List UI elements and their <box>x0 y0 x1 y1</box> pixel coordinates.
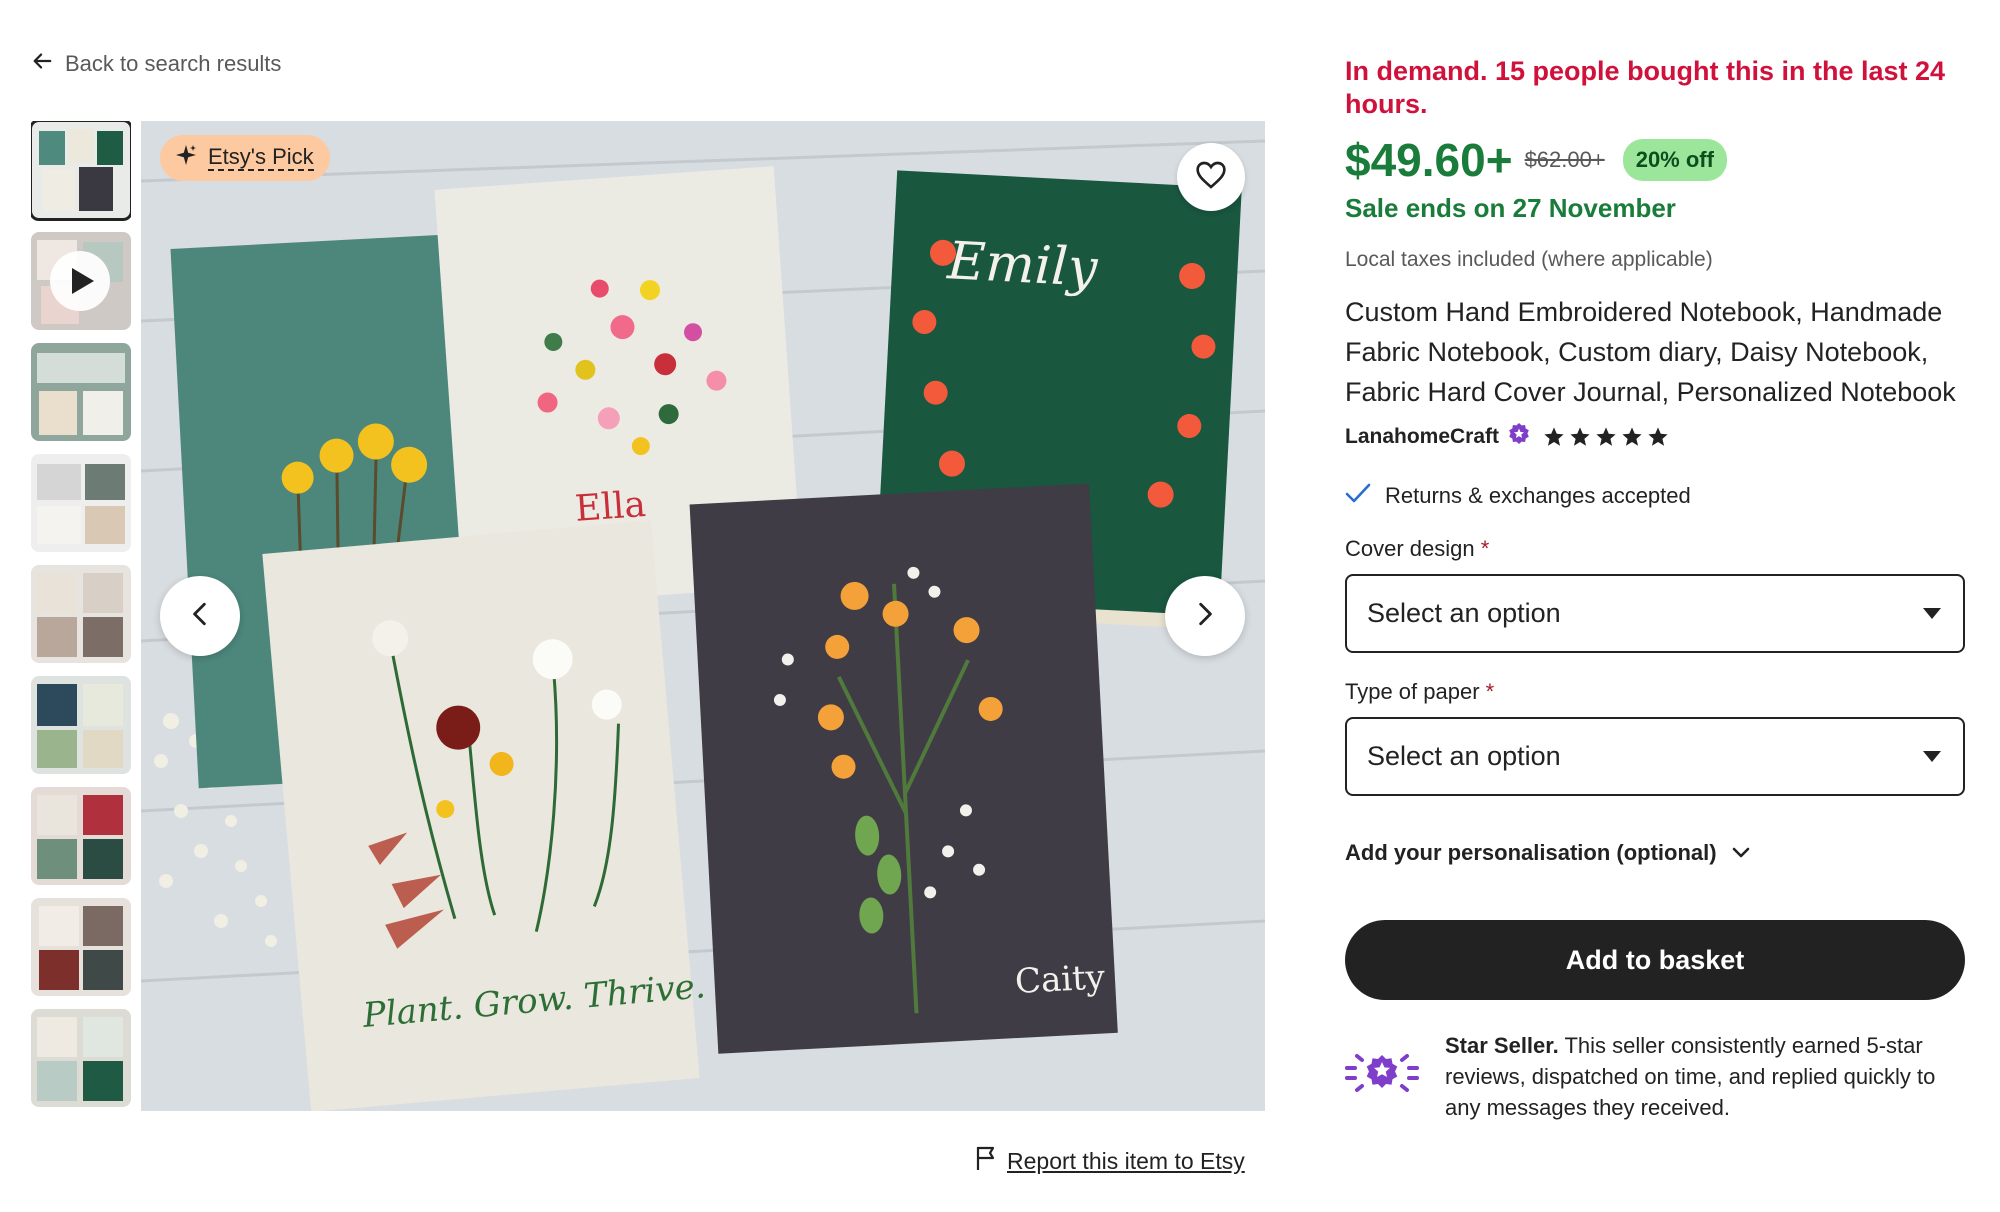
returns-text: Returns & exchanges accepted <box>1385 483 1691 508</box>
paper-type-label-text: Type of paper <box>1345 679 1480 704</box>
cover-design-label: Cover design * <box>1345 536 1965 562</box>
required-mark: * <box>1485 679 1495 704</box>
cover-design-select[interactable]: Select an option <box>1345 574 1965 653</box>
heart-icon <box>1195 160 1227 195</box>
arrow-left-icon <box>31 50 53 78</box>
star-icon <box>1544 427 1564 446</box>
product-photo: life is a story Ella Emily <box>141 121 1265 1111</box>
caret-down-icon <box>1923 608 1941 619</box>
required-mark: * <box>1480 536 1490 561</box>
rating-stars[interactable] <box>1543 426 1669 448</box>
thumbnail-4[interactable] <box>31 454 131 552</box>
thumbnail-5[interactable] <box>31 565 131 663</box>
report-item-link[interactable]: Report this item to Etsy <box>975 1145 1245 1177</box>
etsys-pick-badge[interactable]: Etsy's Pick <box>160 135 330 181</box>
chevron-right-icon <box>1192 599 1218 634</box>
star-seller-text: Star Seller. This seller consistently ea… <box>1445 1030 1965 1123</box>
discount-badge: 20% off <box>1622 139 1727 181</box>
caret-down-icon <box>1923 751 1941 762</box>
personalisation-label: Add your personalisation (optional) <box>1345 840 1717 865</box>
price-row: $49.60+ $62.00+ 20% off <box>1345 133 1965 187</box>
returns-row: Returns & exchanges accepted <box>1345 482 1965 510</box>
thumbnail-8[interactable] <box>31 898 131 996</box>
checkmark-icon <box>1345 482 1371 510</box>
chevron-down-icon <box>1731 840 1751 866</box>
thumbnail-3[interactable] <box>31 343 131 441</box>
svg-text:Emily: Emily <box>945 231 1099 299</box>
add-to-basket-button[interactable]: Add to basket <box>1345 920 1965 1000</box>
paper-type-label: Type of paper * <box>1345 679 1965 705</box>
star-icon <box>1596 427 1616 446</box>
report-link-label: Report this item to Etsy <box>1007 1147 1245 1174</box>
original-price: $62.00+ <box>1524 147 1605 172</box>
paper-type-select[interactable]: Select an option <box>1345 717 1965 796</box>
next-image-button[interactable] <box>1165 576 1245 656</box>
back-to-search-link[interactable]: Back to search results <box>31 50 281 78</box>
shop-name-link[interactable]: LanahomeCraft <box>1345 425 1499 449</box>
product-info-panel: In demand. 15 people bought this in the … <box>1345 55 1965 1123</box>
personalisation-toggle[interactable]: Add your personalisation (optional) <box>1345 840 1965 866</box>
previous-image-button[interactable] <box>160 576 240 656</box>
paper-type-value: Select an option <box>1367 741 1561 771</box>
sparkle-icon <box>174 143 198 173</box>
thumbnail-1[interactable] <box>31 121 131 221</box>
play-icon <box>50 251 110 311</box>
star-seller-heading: Star Seller. <box>1445 1033 1559 1058</box>
star-icon <box>1648 427 1668 446</box>
thumbnail-9[interactable] <box>31 1009 131 1107</box>
favorite-button[interactable] <box>1177 143 1245 211</box>
cover-design-value: Select an option <box>1367 598 1561 628</box>
current-price: $49.60+ <box>1345 134 1513 186</box>
etsys-pick-label: Etsy's Pick <box>208 144 314 172</box>
demand-notice: In demand. 15 people bought this in the … <box>1345 56 1946 119</box>
product-title: Custom Hand Embroidered Notebook, Handma… <box>1345 297 1956 407</box>
svg-text:Caity: Caity <box>1014 957 1107 1002</box>
thumbnail-6[interactable] <box>31 676 131 774</box>
thumbnail-7[interactable] <box>31 787 131 885</box>
main-product-image[interactable]: life is a story Ella Emily <box>141 121 1265 1111</box>
star-seller-icon <box>1345 1030 1445 1123</box>
cover-design-label-text: Cover design <box>1345 536 1475 561</box>
star-seller-info: Star Seller. This seller consistently ea… <box>1345 1030 1965 1123</box>
star-icon <box>1622 427 1642 446</box>
thumbnail-video[interactable] <box>31 232 131 330</box>
star-seller-badge-icon <box>1507 422 1531 452</box>
back-link-label: Back to search results <box>65 51 282 76</box>
seller-row: LanahomeCraft <box>1345 422 1965 452</box>
star-icon <box>1570 427 1590 446</box>
sale-end-text: Sale ends on 27 November <box>1345 193 1676 223</box>
chevron-left-icon <box>187 599 213 634</box>
thumbnail-strip <box>31 121 131 1111</box>
flag-icon <box>975 1145 997 1177</box>
tax-note: Local taxes included (where applicable) <box>1345 248 1713 271</box>
